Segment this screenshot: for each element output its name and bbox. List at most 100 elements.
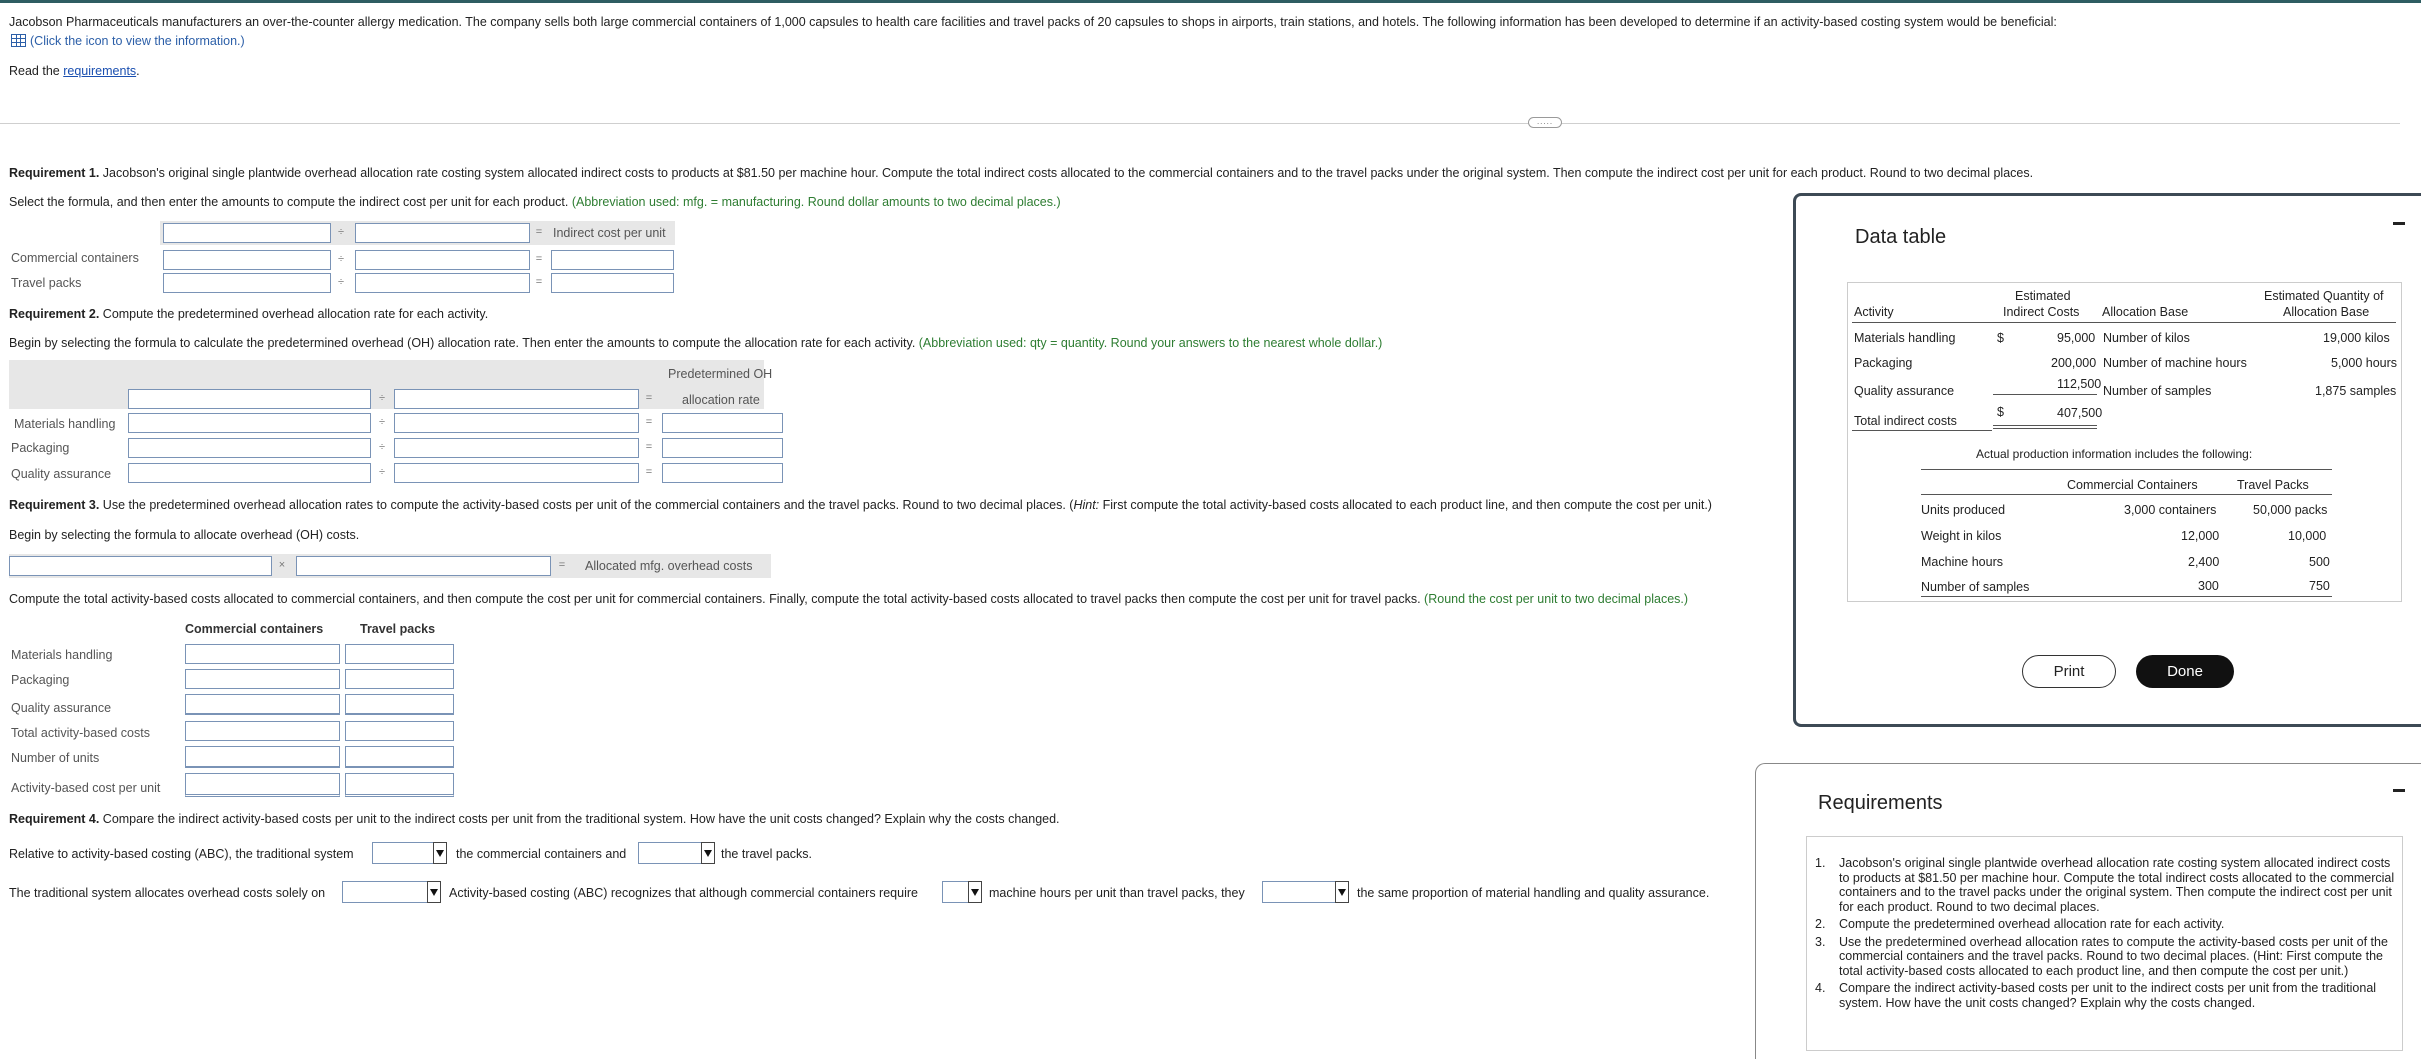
dt-header-activity: Activity bbox=[1854, 305, 1894, 319]
dt-row-qty: 5,000 hours bbox=[2331, 356, 2398, 370]
req2-qa-result[interactable] bbox=[662, 463, 783, 483]
req3-row-label: Total activity-based costs bbox=[11, 726, 150, 740]
minimize-icon[interactable] bbox=[2393, 789, 2405, 792]
req4-dropdown-proportion[interactable] bbox=[1262, 881, 1349, 903]
req3-hint-label: Hint: bbox=[1073, 498, 1100, 512]
req2-header-line1: Predetermined OH bbox=[668, 367, 773, 381]
req1-row-label: Commercial containers bbox=[11, 251, 139, 265]
req3-total-cc[interactable] bbox=[185, 721, 340, 741]
req4-line1-a: Relative to activity-based costing (ABC)… bbox=[9, 847, 354, 861]
dt-actual-tp: 50,000 packs bbox=[2253, 503, 2328, 517]
req3-cpu-cc[interactable] bbox=[185, 773, 340, 797]
req3-units-tp[interactable] bbox=[345, 746, 454, 768]
req1-formula-operand1[interactable] bbox=[163, 223, 331, 243]
req3-row-label: Materials handling bbox=[11, 648, 113, 662]
req1-cc-operand2[interactable] bbox=[355, 250, 530, 270]
req4-dropdown-hours[interactable] bbox=[942, 881, 982, 903]
req3-mh-tp[interactable] bbox=[345, 644, 454, 664]
req2-formula-operand2[interactable] bbox=[394, 389, 639, 409]
minimize-icon[interactable] bbox=[2393, 222, 2405, 225]
requirement-item: 4. Compare the indirect activity-based co… bbox=[1815, 981, 2395, 1010]
req1-heading: Requirement 1. Jacobson's original singl… bbox=[9, 165, 2033, 181]
req3-pk-cc[interactable] bbox=[185, 669, 340, 689]
divide-sign: ÷ bbox=[378, 441, 386, 453]
dt-actual-top-rule bbox=[1921, 469, 2332, 470]
req3-formula-operand2[interactable] bbox=[296, 556, 551, 576]
requirement-num: 2. bbox=[1815, 917, 1826, 931]
dt-actual-header: Travel Packs bbox=[2237, 478, 2309, 492]
req3-row-label: Quality assurance bbox=[11, 701, 112, 715]
section-divider bbox=[0, 123, 2400, 124]
req1-tp-operand2[interactable] bbox=[355, 273, 530, 293]
req3-row-label: Number of units bbox=[11, 751, 100, 765]
req2-mh-result[interactable] bbox=[662, 413, 783, 433]
req1-cc-result[interactable] bbox=[551, 250, 674, 270]
divide-sign: ÷ bbox=[378, 466, 386, 478]
req4-dropdown-cc[interactable] bbox=[372, 842, 447, 864]
req3-cpu-tp[interactable] bbox=[345, 773, 454, 797]
req1-tp-operand1[interactable] bbox=[163, 273, 331, 293]
req3-text2: First compute the total activity-based c… bbox=[1099, 498, 1712, 512]
req3-col-header: Travel packs bbox=[360, 622, 436, 636]
req2-mh-operand1[interactable] bbox=[128, 413, 371, 433]
dt-actual-header: Commercial Containers bbox=[2067, 478, 2198, 492]
dt-row-qty: 19,000 kilos bbox=[2323, 331, 2390, 345]
req2-mh-operand2[interactable] bbox=[394, 413, 639, 433]
top-accent-bar bbox=[0, 0, 2421, 3]
requirements-list: 1. Jacobson's original single plantwide o… bbox=[1815, 856, 2395, 1013]
table-icon[interactable] bbox=[11, 34, 26, 47]
dt-actual-title: Actual production information includes t… bbox=[1976, 447, 2253, 461]
dt-actual-label: Machine hours bbox=[1921, 555, 2003, 569]
info-icon-link[interactable]: (Click the icon to view the information.… bbox=[11, 33, 245, 49]
req3-qa-cc[interactable] bbox=[185, 694, 340, 715]
req2-text: Compute the predetermined overhead alloc… bbox=[99, 307, 489, 321]
equals-sign: = bbox=[645, 441, 653, 453]
read-prefix: Read the bbox=[9, 64, 64, 78]
requirement-num: 3. bbox=[1815, 934, 1826, 949]
req4-dropdown-tp[interactable] bbox=[638, 842, 715, 864]
equals-sign: = bbox=[535, 276, 543, 288]
req2-row-label: Packaging bbox=[11, 441, 70, 455]
resize-handle[interactable]: ..... bbox=[1528, 117, 1562, 128]
req2-header-line2: allocation rate bbox=[682, 393, 760, 407]
req2-pk-operand2[interactable] bbox=[394, 438, 639, 458]
req3-mh-cc[interactable] bbox=[185, 644, 340, 664]
req4-line2-a: The traditional system allocates overhea… bbox=[9, 886, 326, 900]
chevron-down-icon[interactable] bbox=[427, 881, 441, 903]
req2-row-label: Materials handling bbox=[14, 417, 116, 431]
req2-instruction: Begin by selecting the formula to calcul… bbox=[9, 335, 1382, 351]
done-button[interactable]: Done bbox=[2136, 655, 2234, 688]
requirements-link[interactable]: requirements bbox=[63, 64, 136, 78]
req3-formula-operand1[interactable] bbox=[9, 556, 272, 576]
req1-row-label: Travel packs bbox=[11, 276, 82, 290]
dt-actual-bottom-rule bbox=[1921, 596, 2332, 597]
req1-cc-operand1[interactable] bbox=[163, 250, 331, 270]
req4-dropdown-basis[interactable] bbox=[342, 881, 441, 903]
print-button[interactable]: Print bbox=[2022, 655, 2116, 688]
chevron-down-icon[interactable] bbox=[701, 842, 715, 864]
chevron-down-icon[interactable] bbox=[1335, 881, 1349, 903]
req2-formula-operand1[interactable] bbox=[128, 389, 371, 409]
requirement-text: Jacobson's original single plantwide ove… bbox=[1839, 856, 2395, 914]
req3-qa-tp[interactable] bbox=[345, 694, 454, 715]
req2-qa-operand1[interactable] bbox=[128, 463, 371, 483]
req4-bold: Requirement 4. bbox=[9, 812, 100, 826]
req3-text: Use the predetermined overhead allocatio… bbox=[99, 498, 1074, 512]
dt-header-rule bbox=[1852, 322, 2396, 323]
req4-heading: Requirement 4. Compare the indirect acti… bbox=[9, 811, 1060, 827]
dt-total-dollar: $ bbox=[1997, 405, 2004, 419]
req2-qa-operand2[interactable] bbox=[394, 463, 639, 483]
icon-link-text[interactable]: (Click the icon to view the information.… bbox=[30, 34, 245, 48]
req3-pk-tp[interactable] bbox=[345, 669, 454, 689]
req1-instruction: Select the formula, and then enter the a… bbox=[9, 194, 1061, 210]
req3-total-tp[interactable] bbox=[345, 721, 454, 741]
req2-pk-result[interactable] bbox=[662, 438, 783, 458]
chevron-down-icon[interactable] bbox=[968, 881, 982, 903]
chevron-down-icon[interactable] bbox=[433, 842, 447, 864]
req1-formula-operand2[interactable] bbox=[355, 223, 530, 243]
data-table-frame bbox=[1847, 282, 2402, 602]
req3-units-cc[interactable] bbox=[185, 746, 340, 768]
req2-pk-operand1[interactable] bbox=[128, 438, 371, 458]
req1-tp-result[interactable] bbox=[551, 273, 674, 293]
requirements-title: Requirements bbox=[1818, 792, 1943, 814]
